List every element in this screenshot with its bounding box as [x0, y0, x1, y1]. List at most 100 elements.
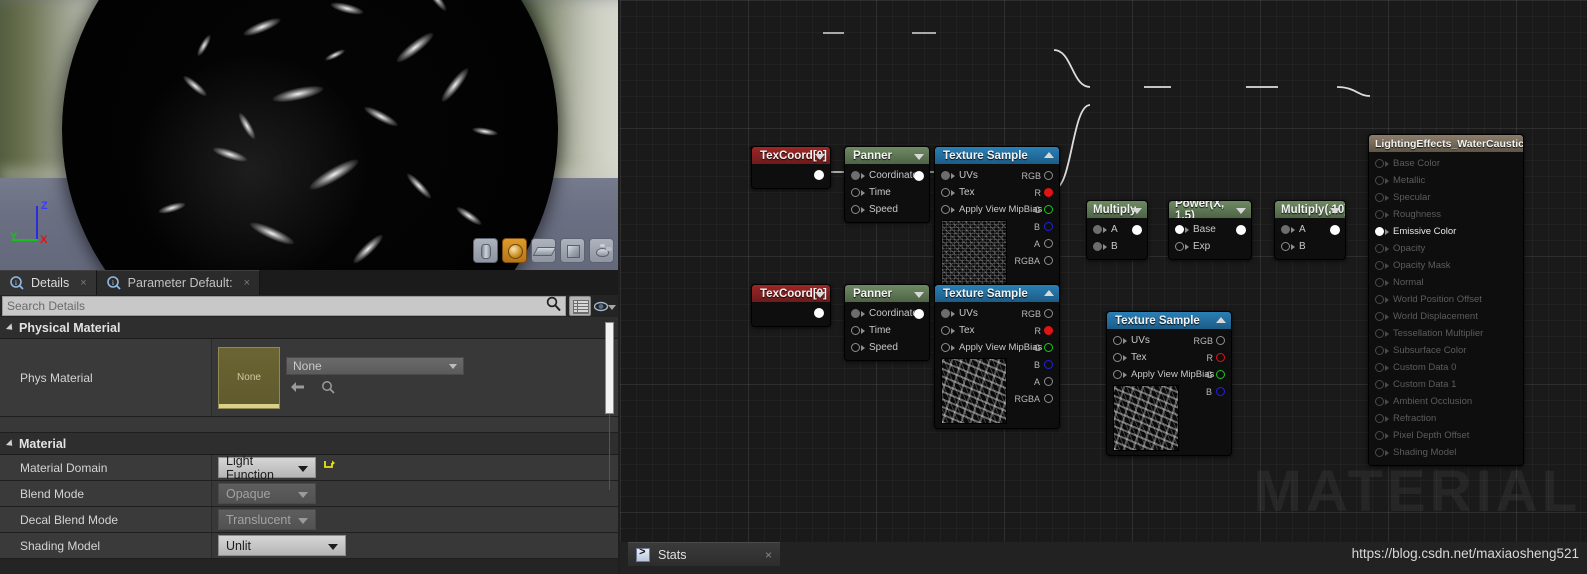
chevron-up-icon[interactable]: [1216, 316, 1226, 323]
tab-stats-close-icon[interactable]: ×: [765, 548, 772, 562]
node-texcoord-2[interactable]: TexCoord[0]: [751, 284, 831, 327]
material-output-pin-pixel-depth-offset[interactable]: Pixel Depth Offset: [1369, 427, 1523, 444]
node-panner-1-output-pin[interactable]: [914, 171, 924, 181]
pin-dot[interactable]: [1375, 329, 1389, 338]
category-physical-material[interactable]: Physical Material: [0, 317, 618, 339]
material-output-pin-roughness[interactable]: Roughness: [1369, 206, 1523, 223]
pin-dot[interactable]: [941, 205, 955, 214]
node-power-output-pin[interactable]: [1236, 225, 1246, 235]
chevron-down-icon[interactable]: [914, 291, 924, 298]
pin-panner-1-speed[interactable]: Speed: [845, 201, 929, 218]
material-output-pin-base-color[interactable]: Base Color: [1369, 155, 1523, 172]
material-output-pin-world-displacement[interactable]: World Displacement: [1369, 308, 1523, 325]
tab-stats[interactable]: Stats ×: [628, 542, 780, 566]
pin-dot[interactable]: [851, 326, 865, 335]
browse-back-icon[interactable]: [290, 380, 305, 398]
pin-ts3-tex[interactable]: Tex R: [1107, 349, 1231, 366]
pin-dot-b[interactable]: [1216, 387, 1225, 396]
pin-ts1-a[interactable]: A: [1014, 235, 1059, 252]
pin-dot[interactable]: [941, 309, 955, 318]
pin-dot[interactable]: [1375, 193, 1389, 202]
material-output-pin-refraction[interactable]: Refraction: [1369, 410, 1523, 427]
pin-dot[interactable]: [1093, 242, 1107, 251]
pin-dot-g[interactable]: [1044, 343, 1053, 352]
chevron-down-icon[interactable]: [608, 305, 616, 310]
pin-ts2-mipbias[interactable]: Apply View MipBias G: [935, 339, 1059, 356]
pin-ts2-uvs[interactable]: UVs RGB: [935, 305, 1059, 322]
pin-dot[interactable]: [1375, 414, 1389, 423]
chevron-up-icon[interactable]: [1044, 151, 1054, 158]
material-output-pin-subsurface-color[interactable]: Subsurface Color: [1369, 342, 1523, 359]
pin-panner-2-speed[interactable]: Speed: [845, 339, 929, 356]
pin-dot[interactable]: [1375, 431, 1389, 440]
pin-ts2-tex[interactable]: Tex R: [935, 322, 1059, 339]
pin-dot-b[interactable]: [1044, 222, 1053, 231]
pin-panner-2-coordinate[interactable]: Coordinate: [845, 305, 929, 322]
search-icon[interactable]: [546, 296, 561, 316]
pin-dot-rgb[interactable]: [1044, 309, 1053, 318]
blend-mode-combo[interactable]: Opaque: [218, 483, 316, 504]
pin-dot[interactable]: [1375, 295, 1389, 304]
material-domain-combo[interactable]: Light Function: [218, 454, 316, 482]
search-details-input[interactable]: Search Details: [2, 296, 566, 316]
pin-dot[interactable]: [1281, 225, 1295, 234]
pin-dot[interactable]: [851, 205, 865, 214]
material-output-pin-shading-model[interactable]: Shading Model: [1369, 444, 1523, 461]
node-multiply-1[interactable]: Multiply A B: [1086, 200, 1148, 260]
pin-dot[interactable]: [941, 343, 955, 352]
category-material[interactable]: Material: [0, 433, 618, 455]
pin-dot[interactable]: [851, 343, 865, 352]
pin-power-exp[interactable]: Exp: [1169, 238, 1251, 255]
material-output-pin-opacity-mask[interactable]: Opacity Mask: [1369, 257, 1523, 274]
pin-ts1-b[interactable]: B: [1014, 218, 1059, 235]
shape-button-plane[interactable]: [531, 238, 556, 263]
shape-button-teapot[interactable]: [589, 238, 614, 263]
pin-dot[interactable]: [1375, 380, 1389, 389]
chevron-down-icon[interactable]: [1132, 207, 1142, 214]
pin-panner-1-coordinate[interactable]: Coordinate: [845, 167, 929, 184]
material-output-pin-world-position-offset[interactable]: World Position Offset: [1369, 291, 1523, 308]
pin-dot[interactable]: [851, 309, 865, 318]
pin-dot[interactable]: [1093, 225, 1107, 234]
node-panner-1[interactable]: Panner Coordinate Time Speed: [844, 146, 930, 223]
node-multiply-2[interactable]: Multiply(,10) A B: [1274, 200, 1346, 260]
node-texture-sample-1[interactable]: Texture Sample UVs RGB Tex R Apply View …: [934, 146, 1060, 291]
details-scrollbar-thumb[interactable]: [605, 322, 614, 414]
pin-panner-2-time[interactable]: Time: [845, 322, 929, 339]
pin-dot[interactable]: [941, 188, 955, 197]
pin-dot[interactable]: [851, 171, 865, 180]
pin-dot-g[interactable]: [1044, 205, 1053, 214]
pin-dot[interactable]: [1375, 363, 1389, 372]
pin-ts1-uvs[interactable]: UVs RGB: [935, 167, 1059, 184]
material-output-pin-custom-data-0[interactable]: Custom Data 0: [1369, 359, 1523, 376]
chevron-down-icon[interactable]: [914, 153, 924, 160]
pin-dot[interactable]: [1375, 210, 1389, 219]
material-output-pin-ambient-occlusion[interactable]: Ambient Occlusion: [1369, 393, 1523, 410]
pin-dot[interactable]: [1375, 159, 1389, 168]
shape-button-cube[interactable]: [560, 238, 585, 263]
pin-dot[interactable]: [1375, 261, 1389, 270]
phys-material-thumbnail[interactable]: None: [218, 346, 280, 409]
chevron-down-icon[interactable]: [815, 153, 825, 160]
view-options-button[interactable]: [594, 296, 616, 316]
pin-ts1-tex[interactable]: Tex R: [935, 184, 1059, 201]
node-panner-2[interactable]: Panner Coordinate Time Speed: [844, 284, 930, 361]
pin-dot[interactable]: [1175, 242, 1189, 251]
pin-dot-b[interactable]: [1044, 360, 1053, 369]
pin-dot[interactable]: [941, 326, 955, 335]
pin-dot-r[interactable]: [1044, 188, 1053, 197]
node-multiply-1-output-pin[interactable]: [1132, 225, 1142, 235]
tab-details[interactable]: i Details ×: [0, 270, 97, 295]
phys-material-combo[interactable]: None: [286, 356, 464, 375]
material-output-pin-custom-data-1[interactable]: Custom Data 1: [1369, 376, 1523, 393]
node-texcoord-1-output-pin[interactable]: [814, 170, 824, 180]
pin-dot[interactable]: [1113, 336, 1127, 345]
tab-parameter-defaults-close-icon[interactable]: ×: [244, 277, 250, 289]
pin-dot[interactable]: [1113, 370, 1127, 379]
pin-dot[interactable]: [1375, 278, 1389, 287]
pin-dot-g[interactable]: [1216, 370, 1225, 379]
pin-multiply2-a[interactable]: A: [1275, 221, 1345, 238]
tab-parameter-defaults[interactable]: i Parameter Default: ×: [96, 270, 261, 295]
pin-multiply1-a[interactable]: A: [1087, 221, 1147, 238]
material-output-pin-specular[interactable]: Specular: [1369, 189, 1523, 206]
